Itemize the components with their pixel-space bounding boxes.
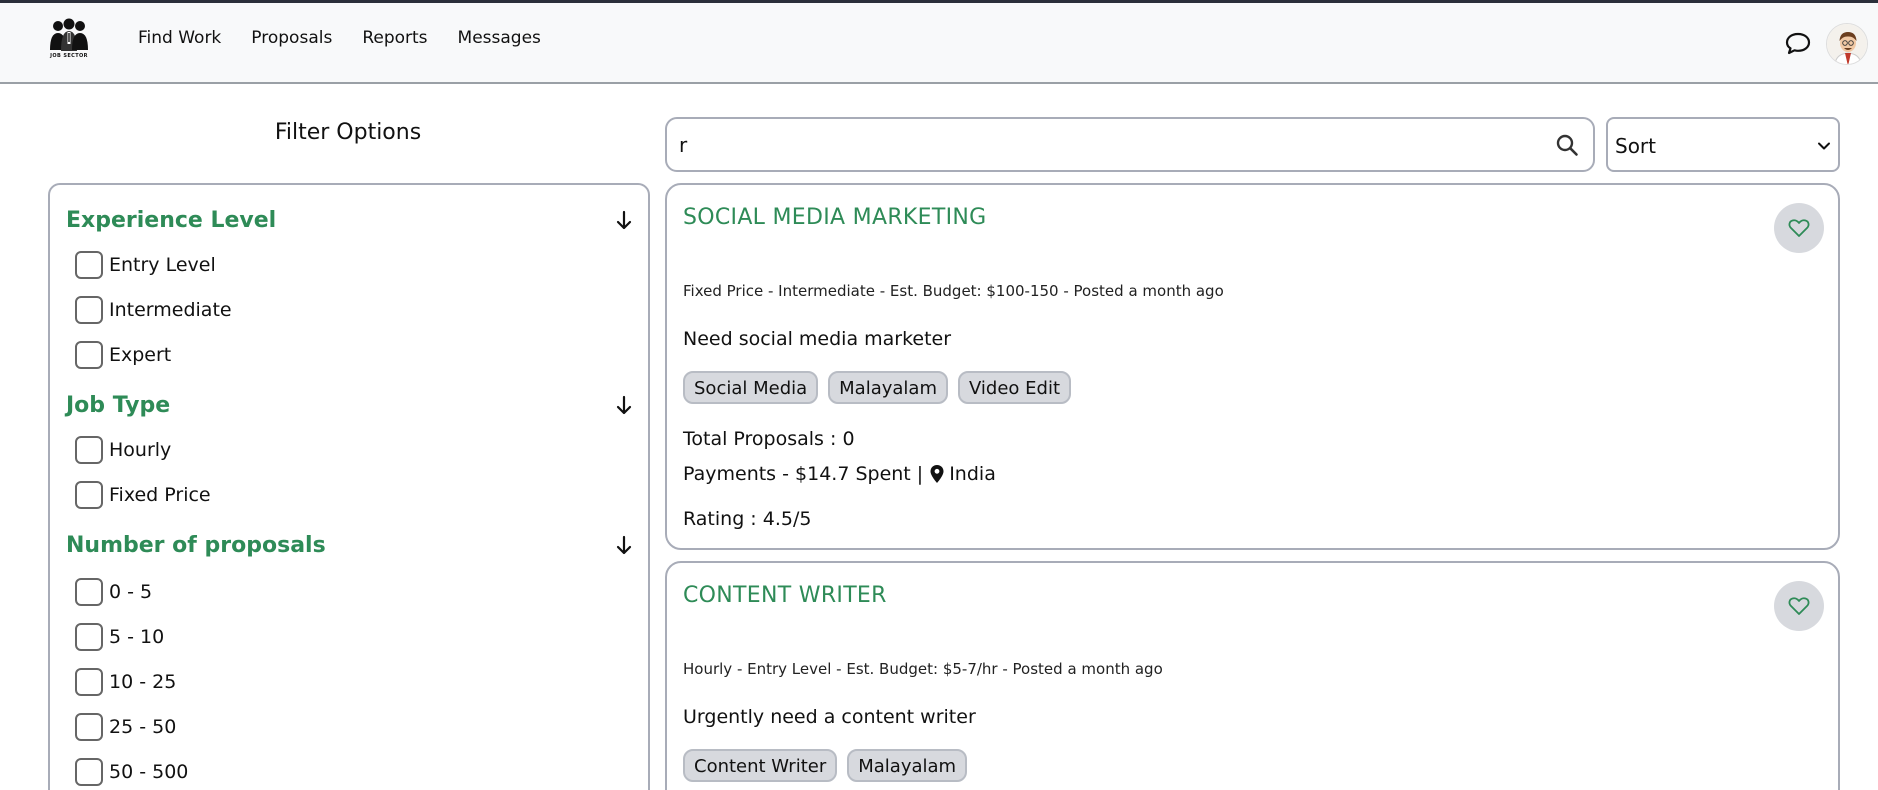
option-proposals-50-500[interactable]: 50 - 500 bbox=[75, 758, 188, 786]
section-title: Experience Level bbox=[66, 207, 277, 233]
checkbox[interactable] bbox=[75, 623, 103, 651]
job-title[interactable]: SOCIAL MEDIA MARKETING bbox=[683, 205, 986, 230]
job-meta: Fixed Price - Intermediate - Est. Budget… bbox=[683, 282, 1224, 300]
option-proposals-10-25[interactable]: 10 - 25 bbox=[75, 668, 176, 696]
payments-row: Payments - $14.7 Spent | India bbox=[683, 463, 996, 485]
arrow-down-icon[interactable] bbox=[614, 534, 634, 556]
sort-select[interactable]: Sort bbox=[1606, 117, 1840, 172]
skill-tag[interactable]: Malayalam bbox=[828, 371, 948, 404]
option-entry-level[interactable]: Entry Level bbox=[75, 251, 216, 279]
location-pin-icon bbox=[930, 465, 944, 483]
skill-tag[interactable]: Video Edit bbox=[958, 371, 1072, 404]
skill-tag[interactable]: Social Media bbox=[683, 371, 819, 404]
chevron-down-icon bbox=[1818, 142, 1830, 150]
filter-section-proposals[interactable]: Number of proposals bbox=[66, 530, 634, 560]
arrow-down-icon[interactable] bbox=[614, 394, 634, 416]
option-expert[interactable]: Expert bbox=[75, 341, 171, 369]
chat-bubble-icon[interactable] bbox=[1784, 29, 1812, 57]
logo[interactable]: JOB SECTOR bbox=[44, 18, 94, 62]
nav-find-work[interactable]: Find Work bbox=[138, 28, 221, 48]
favorite-button[interactable] bbox=[1774, 581, 1824, 631]
checkbox[interactable] bbox=[75, 758, 103, 786]
option-label: 10 - 25 bbox=[109, 671, 177, 693]
option-proposals-0-5[interactable]: 0 - 5 bbox=[75, 578, 152, 606]
section-title: Job Type bbox=[66, 392, 171, 418]
checkbox[interactable] bbox=[75, 341, 103, 369]
sort-selected: Sort bbox=[1615, 134, 1656, 158]
filter-title: Filter Options bbox=[274, 120, 422, 145]
arrow-down-icon[interactable] bbox=[614, 209, 634, 231]
rating: Rating : 4.5/5 bbox=[683, 508, 812, 530]
avatar-icon bbox=[1827, 24, 1867, 64]
job-description: Need social media marketer bbox=[683, 328, 952, 350]
location-text: India bbox=[949, 463, 996, 485]
heart-icon bbox=[1788, 219, 1810, 237]
section-title: Number of proposals bbox=[66, 532, 326, 558]
option-fixed-price[interactable]: Fixed Price bbox=[75, 481, 211, 509]
payments-text: Payments - $14.7 Spent | bbox=[683, 463, 924, 485]
tag-list: Social Media Malayalam Video Edit bbox=[683, 371, 1072, 404]
logo-text: JOB SECTOR bbox=[50, 53, 88, 59]
navbar: JOB SECTOR Find Work Proposals Reports M… bbox=[0, 3, 1878, 84]
option-label: 0 - 5 bbox=[109, 581, 153, 603]
checkbox[interactable] bbox=[75, 251, 103, 279]
job-card[interactable]: SOCIAL MEDIA MARKETING Fixed Price - Int… bbox=[665, 183, 1840, 550]
option-intermediate[interactable]: Intermediate bbox=[75, 296, 232, 324]
option-label: 25 - 50 bbox=[109, 716, 177, 738]
nav-reports[interactable]: Reports bbox=[362, 28, 427, 48]
total-proposals: Total Proposals : 0 bbox=[683, 428, 855, 450]
option-label: Expert bbox=[109, 344, 172, 366]
nav-messages[interactable]: Messages bbox=[458, 28, 541, 48]
job-description: Urgently need a content writer bbox=[683, 706, 976, 728]
search-value: r bbox=[679, 133, 688, 157]
option-proposals-5-10[interactable]: 5 - 10 bbox=[75, 623, 164, 651]
nav-proposals[interactable]: Proposals bbox=[251, 28, 332, 48]
checkbox[interactable] bbox=[75, 713, 103, 741]
option-label: 5 - 10 bbox=[109, 626, 165, 648]
skill-tag[interactable]: Content Writer bbox=[683, 749, 838, 782]
checkbox[interactable] bbox=[75, 296, 103, 324]
checkbox[interactable] bbox=[75, 578, 103, 606]
filter-section-experience[interactable]: Experience Level bbox=[66, 205, 634, 235]
job-card[interactable]: CONTENT WRITER Hourly - Entry Level - Es… bbox=[665, 561, 1840, 790]
option-label: Entry Level bbox=[109, 254, 216, 276]
option-proposals-25-50[interactable]: 25 - 50 bbox=[75, 713, 176, 741]
option-label: 50 - 500 bbox=[109, 761, 189, 783]
heart-icon bbox=[1788, 597, 1810, 615]
filter-panel: Experience Level Entry Level Intermediat… bbox=[48, 183, 650, 790]
job-title[interactable]: CONTENT WRITER bbox=[683, 583, 887, 608]
skill-tag[interactable]: Malayalam bbox=[847, 749, 968, 782]
option-label: Fixed Price bbox=[109, 484, 211, 506]
main-nav: Find Work Proposals Reports Messages bbox=[138, 28, 541, 48]
search-input[interactable]: r bbox=[665, 117, 1595, 172]
option-label: Intermediate bbox=[109, 299, 232, 321]
option-hourly[interactable]: Hourly bbox=[75, 436, 171, 464]
filter-section-job-type[interactable]: Job Type bbox=[66, 390, 634, 420]
checkbox[interactable] bbox=[75, 668, 103, 696]
search-icon[interactable] bbox=[1555, 133, 1579, 157]
checkbox[interactable] bbox=[75, 481, 103, 509]
option-label: Hourly bbox=[109, 439, 172, 461]
checkbox[interactable] bbox=[75, 436, 103, 464]
job-meta: Hourly - Entry Level - Est. Budget: $5-7… bbox=[683, 660, 1163, 678]
avatar[interactable] bbox=[1826, 23, 1868, 65]
favorite-button[interactable] bbox=[1774, 203, 1824, 253]
tag-list: Content Writer Malayalam bbox=[683, 749, 968, 782]
